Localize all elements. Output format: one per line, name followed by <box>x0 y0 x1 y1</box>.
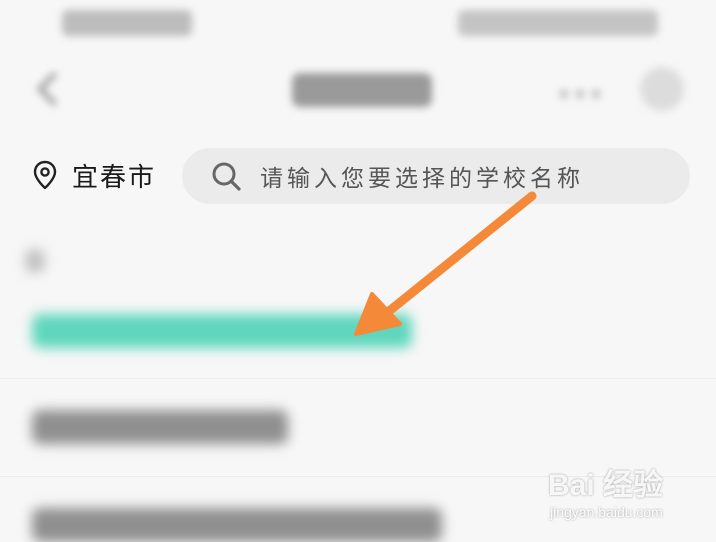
search-placeholder: 请输入您要选择的学校名称 <box>260 166 584 192</box>
city-label: 宜春市 <box>72 162 157 193</box>
list-divider <box>0 378 716 379</box>
page-title <box>292 73 432 107</box>
school-list-item[interactable] <box>32 410 288 444</box>
status-icons-area <box>458 10 658 36</box>
school-list-item-highlighted[interactable] <box>32 314 412 348</box>
location-selector[interactable]: 宜春市 <box>32 155 156 195</box>
more-icon[interactable] <box>560 83 610 98</box>
school-search-input[interactable]: 请输入您要选择的学校名称 <box>182 148 690 204</box>
watermark-logo: Bai 经验 jingyan.baidu.com <box>548 460 708 530</box>
status-bar <box>0 0 716 50</box>
magnifier-icon <box>212 162 241 191</box>
title-bar <box>0 55 716 125</box>
close-circle-button[interactable] <box>640 67 684 111</box>
carrier-signal-area <box>62 10 192 36</box>
chevron-left-icon[interactable] <box>28 69 68 109</box>
map-pin-icon <box>33 160 57 190</box>
section-index-letter <box>26 250 44 272</box>
watermark-url: jingyan.baidu.com <box>550 504 663 520</box>
watermark-brand: Bai 经验 <box>548 469 664 502</box>
